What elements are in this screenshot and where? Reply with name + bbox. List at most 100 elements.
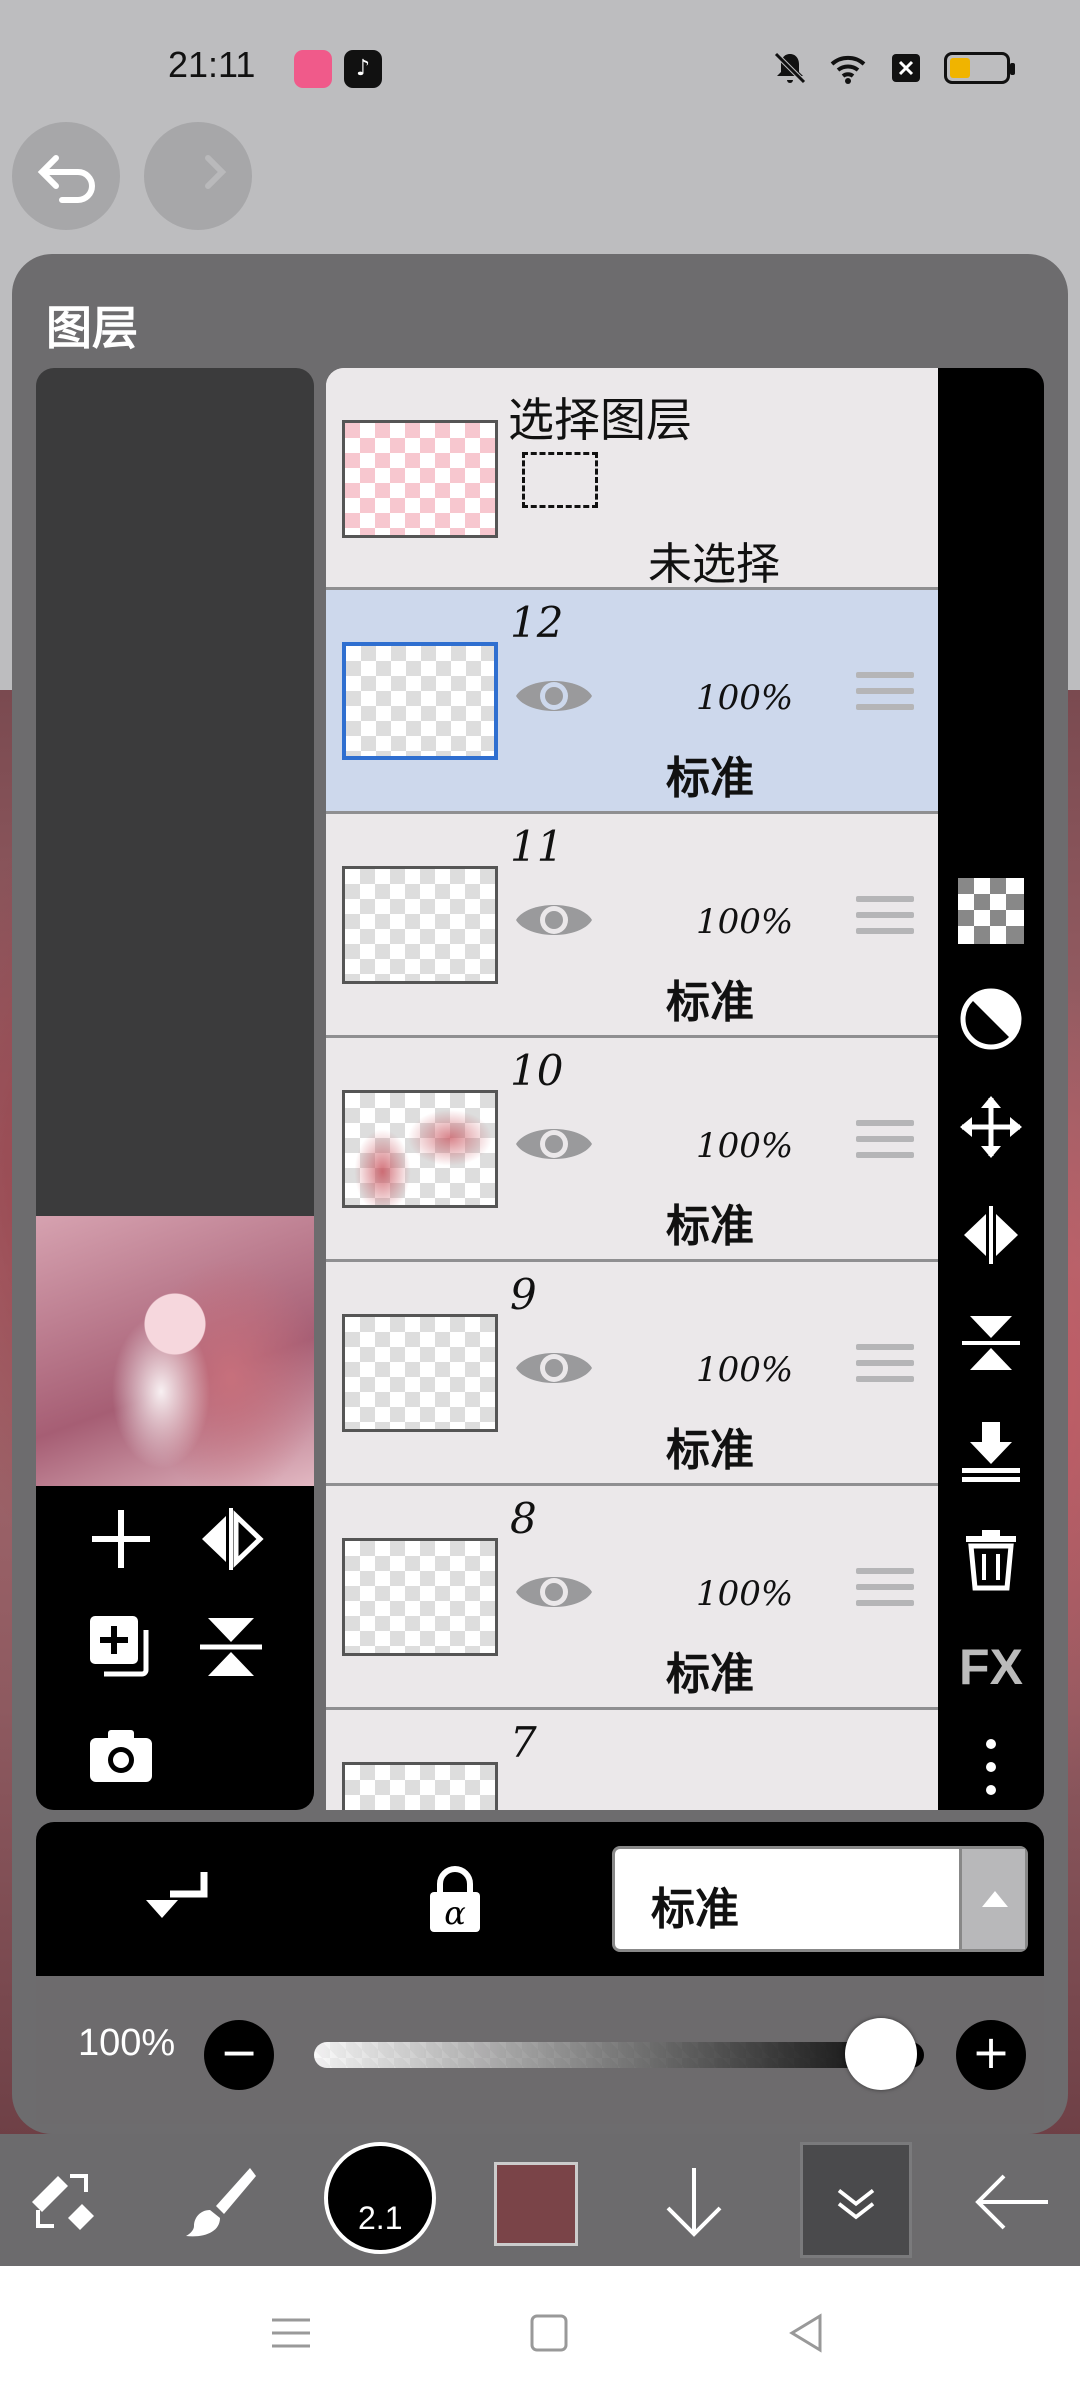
- layer-opacity: 100%: [696, 1350, 794, 1390]
- layer-row[interactable]: 11 100% 标准: [326, 814, 938, 1038]
- tiktok-icon: ♪: [344, 50, 382, 88]
- drag-handle-icon[interactable]: [856, 1120, 914, 1172]
- canvas-preview-column: [36, 368, 314, 1810]
- battery-icon: [944, 52, 1015, 84]
- layer-blend-mode: 标准: [666, 1425, 754, 1476]
- back-arrow-icon[interactable]: [972, 2162, 1052, 2242]
- visibility-eye-icon[interactable]: [514, 1340, 594, 1396]
- layer-panel: 图层 选择图层 未选择 12 100% 标准 11 100% 标准 10 100…: [12, 254, 1068, 2134]
- fx-button[interactable]: FX: [958, 1634, 1024, 1700]
- layer-thumbnail: [342, 1090, 498, 1208]
- selection-marquee-icon: [522, 452, 598, 508]
- visibility-eye-icon[interactable]: [514, 1564, 594, 1620]
- selection-thumbnail: [342, 420, 498, 538]
- layer-opacity: 100%: [696, 1126, 794, 1166]
- svg-text:α: α: [444, 1894, 466, 1932]
- layer-thumbnail: [342, 642, 498, 760]
- layer-row[interactable]: 10 100% 标准: [326, 1038, 938, 1262]
- flip-vertical-icon[interactable]: [196, 1612, 266, 1682]
- layer-row[interactable]: 8 100% 标准: [326, 1486, 938, 1710]
- status-icons: [770, 48, 1015, 88]
- opacity-control: 100% − +: [36, 1976, 1044, 2124]
- undo-button[interactable]: [12, 122, 120, 230]
- brush-icon[interactable]: [180, 2162, 260, 2242]
- blend-mode-dropdown[interactable]: 标准: [612, 1846, 1028, 1952]
- main-toolbar: 2.1: [0, 2134, 1080, 2266]
- down-arrow-icon[interactable]: [654, 2162, 734, 2242]
- redo-icon: [205, 155, 227, 189]
- status-bar: 21:11 ♪: [0, 30, 1080, 110]
- menu-icon[interactable]: [268, 2310, 314, 2356]
- layer-number: 7: [510, 1718, 537, 1767]
- back-icon[interactable]: [784, 2310, 830, 2356]
- clipping-icon[interactable]: [958, 986, 1024, 1052]
- layer-mode-bar: α 标准: [36, 1822, 1044, 1976]
- dropdown-arrow-icon: [959, 1849, 1025, 1949]
- opacity-increase-button[interactable]: +: [956, 2020, 1026, 2090]
- double-chevron-down-icon: [837, 2189, 875, 2220]
- layer-blend-mode: 标准: [666, 977, 754, 1028]
- panel-title: 图层: [46, 301, 138, 355]
- layer-tools-column: FX: [938, 368, 1044, 1810]
- visibility-eye-icon[interactable]: [514, 892, 594, 948]
- layer-number: 9: [510, 1270, 537, 1319]
- mute-icon: [774, 52, 806, 84]
- layer-thumbnail: [342, 1314, 498, 1432]
- layer-blend-mode: 标准: [666, 1201, 754, 1252]
- flip-horizontal-icon[interactable]: [958, 1202, 1024, 1268]
- checker-background-icon[interactable]: [958, 878, 1024, 944]
- drag-handle-icon[interactable]: [856, 896, 914, 948]
- more-options-icon[interactable]: [958, 1734, 1024, 1800]
- opacity-slider[interactable]: [314, 2042, 924, 2068]
- layer-blend-mode: 标准: [666, 1649, 754, 1700]
- visibility-eye-icon[interactable]: [514, 1116, 594, 1172]
- undo-icon: [37, 155, 95, 203]
- layer-number: 11: [510, 822, 564, 871]
- opacity-label: 100%: [78, 2022, 176, 2064]
- move-icon[interactable]: [958, 1094, 1024, 1160]
- status-time: 21:11: [168, 44, 256, 85]
- visibility-eye-icon[interactable]: [514, 668, 594, 724]
- drag-handle-icon[interactable]: [856, 1568, 914, 1620]
- add-layer-icon[interactable]: [86, 1504, 156, 1574]
- layer-row[interactable]: 9 100% 标准: [326, 1262, 938, 1486]
- opacity-slider-knob[interactable]: [844, 2018, 917, 2090]
- color-swatch[interactable]: [494, 2162, 578, 2246]
- layer-thumbnail: [342, 1762, 498, 1810]
- system-nav-bar: [0, 2266, 1080, 2400]
- merge-down-icon[interactable]: [958, 1418, 1024, 1484]
- drag-handle-icon[interactable]: [856, 672, 914, 724]
- camera-icon[interactable]: [86, 1720, 156, 1790]
- redo-button[interactable]: [144, 122, 252, 230]
- flip-horizontal-icon[interactable]: [196, 1504, 266, 1574]
- flip-vertical-icon[interactable]: [958, 1310, 1024, 1376]
- layer-row[interactable]: 7: [326, 1710, 938, 1810]
- opacity-decrease-button[interactable]: −: [204, 2020, 274, 2090]
- drag-handle-icon[interactable]: [856, 1344, 914, 1396]
- brush-size-button[interactable]: 2.1: [324, 2142, 436, 2254]
- tool-switch-icon[interactable]: [24, 2162, 104, 2242]
- home-icon[interactable]: [526, 2310, 572, 2356]
- brush-size-value: 2.1: [358, 2200, 403, 2236]
- layer-opacity: 100%: [696, 902, 794, 942]
- sim-off-icon: [892, 54, 920, 82]
- layer-panel-toggle[interactable]: [800, 2142, 912, 2258]
- bilibili-icon: [294, 50, 332, 88]
- layer-list: 选择图层 未选择 12 100% 标准 11 100% 标准 10 100% 标…: [326, 368, 938, 1810]
- duplicate-layer-icon[interactable]: [86, 1612, 156, 1682]
- layer-opacity: 100%: [696, 678, 794, 718]
- wifi-icon: [830, 55, 866, 84]
- left-tools: [36, 1486, 314, 1810]
- layer-thumbnail: [342, 866, 498, 984]
- canvas-thumbnail[interactable]: [36, 1216, 314, 1486]
- layer-number: 10: [510, 1046, 564, 1095]
- layer-number: 8: [510, 1494, 537, 1543]
- layer-opacity: 100%: [696, 1574, 794, 1614]
- layer-thumbnail: [342, 1538, 498, 1656]
- trash-icon[interactable]: [958, 1526, 1024, 1592]
- clip-down-arrow-icon[interactable]: [146, 1864, 216, 1934]
- layer-blend-mode: 标准: [666, 753, 754, 804]
- selection-layer-row[interactable]: 选择图层 未选择: [326, 368, 938, 590]
- layer-row[interactable]: 12 100% 标准: [326, 590, 938, 814]
- alpha-lock-icon[interactable]: α: [420, 1864, 490, 1934]
